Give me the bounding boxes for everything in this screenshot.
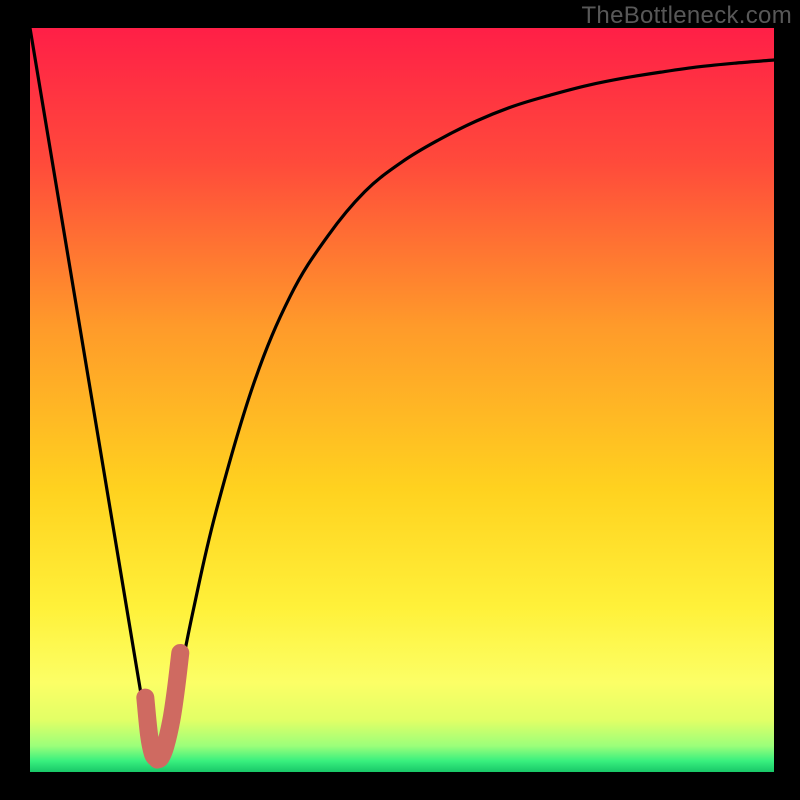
watermark-text: TheBottleneck.com bbox=[581, 2, 792, 30]
chart-plot-background bbox=[30, 28, 774, 772]
bottleneck-chart bbox=[0, 0, 800, 800]
chart-container: TheBottleneck.com bbox=[0, 0, 800, 800]
